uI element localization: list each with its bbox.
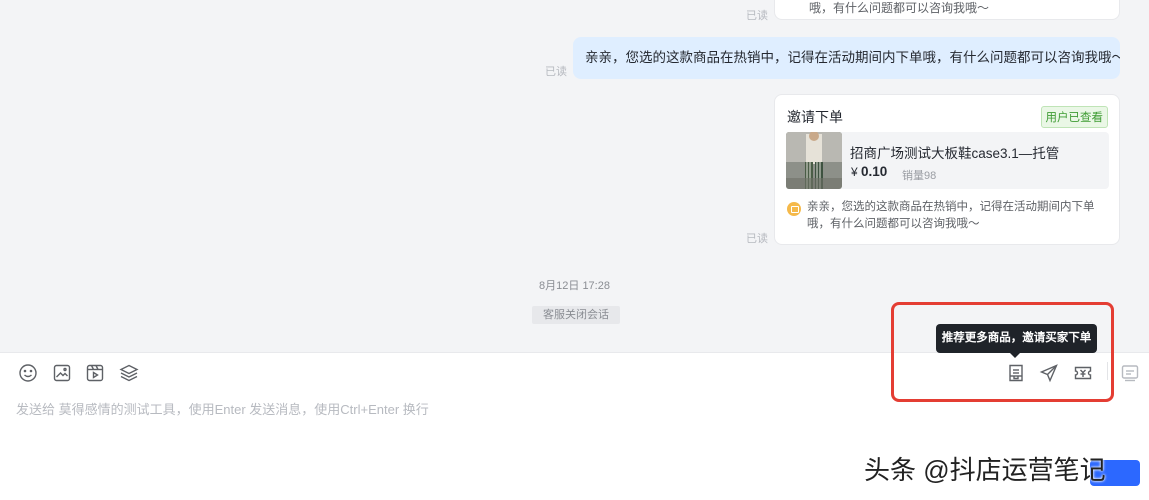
message-icon xyxy=(787,202,801,216)
product-price: ¥ 0.10 xyxy=(851,164,887,179)
price-symbol: ¥ xyxy=(851,165,858,179)
agent-message-bubble: 亲亲，您选的这款商品在热销中，记得在活动期间内下单哦，有什么问题都可以咨询我哦～ xyxy=(573,37,1120,79)
viewed-status-badge: 用户已查看 xyxy=(1040,106,1108,128)
video-icon[interactable] xyxy=(85,363,105,383)
quick-reply-icon[interactable] xyxy=(1120,363,1140,383)
chat-area[interactable]: 已读 哦，有什么问题都可以咨询我哦～ 已读 亲亲，您选的这款商品在热销中，记得在… xyxy=(0,0,1149,352)
product-name: 招商广场测试大板鞋case3.1—托管 xyxy=(850,146,1060,161)
previous-message-card: 哦，有什么问题都可以咨询我哦～ xyxy=(774,0,1120,20)
product-item[interactable]: 招商广场测试大板鞋case3.1—托管 ¥ 0.10 销量98 xyxy=(786,132,1109,189)
read-status: 已读 xyxy=(545,66,567,78)
invite-card-note: 亲亲，您选的这款商品在热销中，记得在活动期间内下单哦，有什么问题都可以咨询我哦～ xyxy=(807,201,1095,230)
system-notice: 客服关闭会话 xyxy=(532,306,620,324)
previous-message-text: 哦，有什么问题都可以咨询我哦～ xyxy=(809,1,990,15)
message-timestamp: 8月12日 17:28 xyxy=(539,280,610,292)
product-thumbnail xyxy=(786,132,842,189)
invite-order-card[interactable]: 邀请下单 用户已查看 招商广场测试大板鞋case3.1—托管 ¥ 0.10 销量… xyxy=(774,94,1120,245)
price-value: 0.10 xyxy=(861,164,888,179)
read-status: 已读 xyxy=(746,10,768,22)
read-status: 已读 xyxy=(746,233,768,245)
message-input[interactable]: 发送给 莫得感情的测试工具，使用Enter 发送消息，使用Ctrl+Enter … xyxy=(16,399,429,418)
layers-icon[interactable] xyxy=(119,363,139,383)
image-icon[interactable] xyxy=(52,363,72,383)
invite-card-title: 邀请下单 xyxy=(787,109,843,125)
recommend-product-tooltip: 推荐更多商品，邀请买家下单 xyxy=(936,324,1097,358)
watermark-text: 头条 @抖店运营笔记 xyxy=(864,455,1106,485)
product-sales: 销量98 xyxy=(902,170,937,182)
smile-icon[interactable] xyxy=(18,363,38,383)
